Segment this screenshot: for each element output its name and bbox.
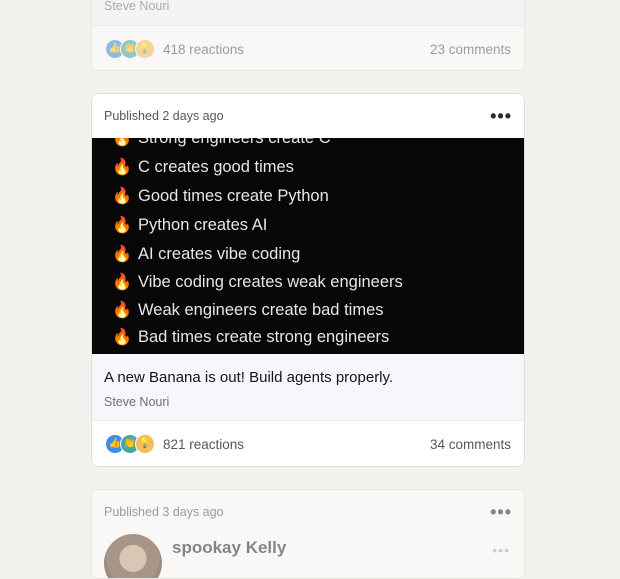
- more-options-icon[interactable]: •••: [490, 503, 512, 521]
- fire-icon: 🔥: [112, 159, 132, 176]
- post-card: Published 2 days ago ••• 🔥Strong enginee…: [91, 93, 525, 467]
- media-line: 🔥 AI creates vibe coding: [112, 244, 301, 264]
- media-line: 🔥Strong engineers create C: [112, 138, 331, 148]
- media-line: 🔥 Python creates AI: [112, 215, 268, 235]
- reaction-icons: 👍 👏 💡: [105, 434, 155, 454]
- post-footer: 👍 👏 💡 821 reactions 34 comments: [92, 420, 524, 466]
- fire-icon: 🔥: [112, 302, 132, 319]
- media-line: 🔥 Bad times create strong engineers: [112, 327, 390, 347]
- post-card-previous: Steve Nouri 👍 👏 💡 418 reactions 23 comme…: [91, 0, 525, 71]
- reactions-summary[interactable]: 👍 👏 💡 418 reactions: [105, 39, 244, 59]
- media-line: 🔥 Vibe coding creates weak engineers: [112, 272, 403, 292]
- fire-icon: 🔥: [112, 138, 132, 147]
- comments-count[interactable]: 23 comments: [430, 42, 511, 57]
- fire-icon: 🔥: [112, 188, 132, 205]
- published-date: Published 3 days ago: [104, 505, 224, 519]
- post-caption[interactable]: A new Banana is out! Build agents proper…: [104, 369, 393, 386]
- more-options-icon[interactable]: •••: [490, 107, 512, 125]
- fire-icon: 🔥: [112, 329, 132, 346]
- author-more-icon[interactable]: •••: [492, 542, 510, 558]
- fire-icon: 🔥: [112, 246, 132, 263]
- comments-count[interactable]: 34 comments: [430, 437, 511, 452]
- fire-icon: 🔥: [112, 274, 132, 291]
- post-image[interactable]: 🔥Strong engineers create C 🔥C creates go…: [92, 138, 524, 354]
- reactions-summary[interactable]: 👍 👏 💡 821 reactions: [105, 434, 244, 454]
- media-line: 🔥 Good times create Python: [112, 186, 329, 206]
- reaction-icons: 👍 👏 💡: [105, 39, 155, 59]
- post-card-next: Published 3 days ago ••• spookay Kelly •…: [91, 489, 525, 579]
- insight-icon: 💡: [135, 434, 155, 454]
- post-caption-area: A new Banana is out! Build agents proper…: [92, 354, 524, 420]
- reactions-count[interactable]: 821 reactions: [163, 437, 244, 452]
- author-name[interactable]: spookay Kelly: [172, 538, 286, 558]
- post-footer: 👍 👏 💡 418 reactions 23 comments: [92, 25, 524, 70]
- published-date: Published 2 days ago: [104, 109, 224, 123]
- insight-icon: 💡: [135, 39, 155, 59]
- fire-icon: 🔥: [112, 217, 132, 234]
- post-author[interactable]: Steve Nouri: [104, 395, 169, 409]
- media-line: 🔥 C creates good times: [112, 157, 294, 177]
- reactions-count[interactable]: 418 reactions: [163, 42, 244, 57]
- post-author[interactable]: Steve Nouri: [104, 0, 169, 13]
- avatar[interactable]: [104, 534, 162, 578]
- post-header: Published 3 days ago •••: [92, 490, 524, 534]
- media-line: 🔥 Weak engineers create bad times: [112, 300, 384, 320]
- post-header: Published 2 days ago •••: [92, 94, 524, 138]
- author-strip: Steve Nouri: [92, 0, 524, 25]
